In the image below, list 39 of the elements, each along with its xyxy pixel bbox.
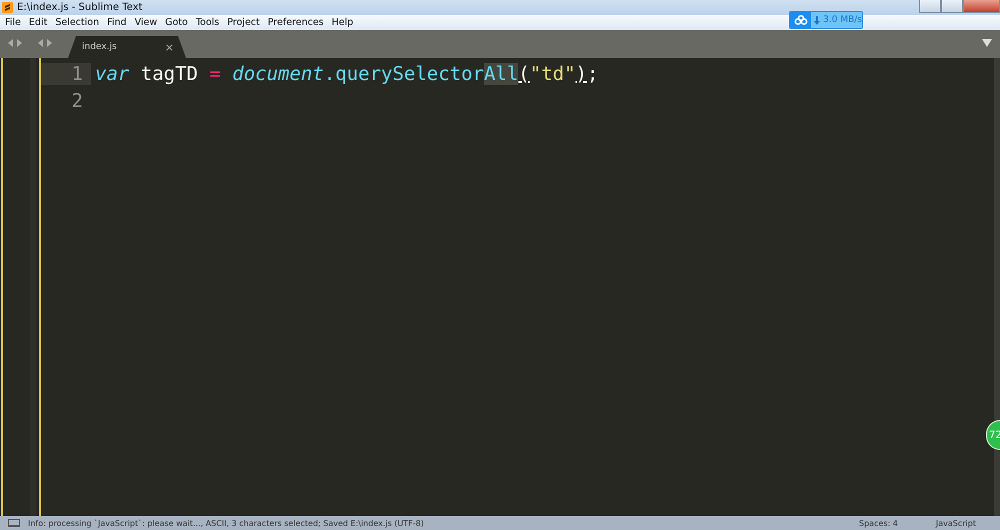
close-button[interactable] <box>963 0 1000 13</box>
code-token: .querySelector <box>324 62 484 84</box>
menu-item[interactable]: Help <box>328 17 358 28</box>
menu-item[interactable]: Tools <box>192 17 224 28</box>
menu-item[interactable]: File <box>1 17 25 28</box>
syntax-setting[interactable]: JavaScript <box>936 518 976 528</box>
code-token: = <box>209 62 221 84</box>
window-title: E:\index.js - Sublime Text <box>17 2 142 13</box>
code-token: ; <box>586 62 598 84</box>
menu-item[interactable]: Edit <box>24 17 52 28</box>
menu-item[interactable]: Goto <box>161 17 192 28</box>
menu-item[interactable]: View <box>130 17 162 28</box>
code-token: "td" <box>530 62 576 84</box>
monitor-icon[interactable] <box>8 519 20 527</box>
indentation-setting[interactable]: Spaces: 4 <box>859 518 898 528</box>
menu-item[interactable]: Preferences <box>264 17 328 28</box>
back-forward-icon[interactable] <box>6 38 24 48</box>
download-arrow-icon <box>814 16 820 24</box>
menu-item[interactable]: Find <box>103 17 131 28</box>
code-token: All <box>484 62 518 84</box>
line-number: 1 <box>72 62 83 84</box>
dropdown-icon[interactable] <box>982 39 992 47</box>
status-message: Info: processing `JavaScript`: please wait..., ASCII, 3 characters selected; Saved E:\index.js (UTF-8) <box>28 518 425 528</box>
code-token: var <box>95 62 130 84</box>
file-tab[interactable]: index.js × <box>68 36 186 58</box>
code-token: ) <box>576 62 587 84</box>
download-speed: 3.0 MB/s <box>822 15 862 25</box>
app-logo-icon <box>2 2 13 13</box>
close-tab-icon[interactable]: × <box>164 40 174 54</box>
back-forward-icon[interactable] <box>36 38 54 48</box>
maximize-button[interactable] <box>941 0 963 13</box>
cloud-icon <box>794 15 808 25</box>
menu-item[interactable]: Project <box>223 17 264 28</box>
line-number: 2 <box>72 90 83 112</box>
code-token: ( <box>518 62 530 84</box>
menu-item[interactable]: Selection <box>51 17 104 28</box>
code-token: document <box>231 62 324 84</box>
code-token: tagTD <box>140 62 199 84</box>
minimize-button[interactable] <box>919 0 941 13</box>
